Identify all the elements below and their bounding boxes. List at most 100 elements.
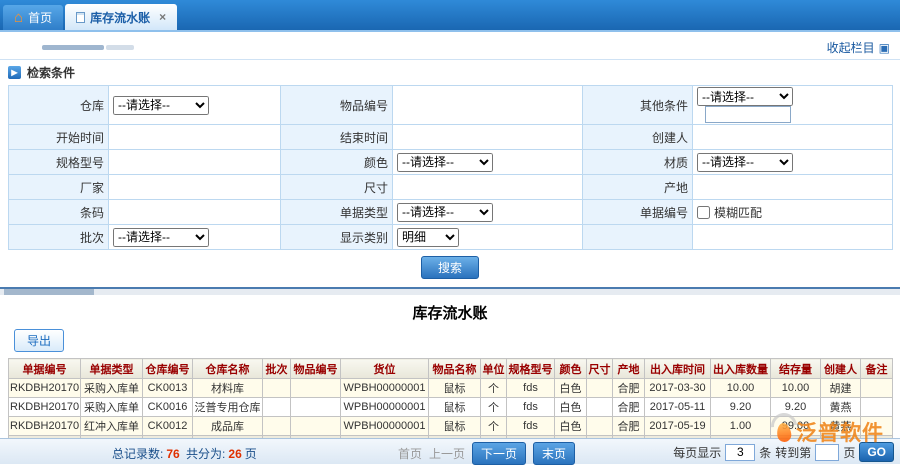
column-header: 仓库名称 [193,359,263,379]
creator-input[interactable] [697,128,880,146]
column-header: 物品名称 [429,359,481,379]
pages-unit: 页 [245,447,257,461]
batch-select[interactable]: --请选择-- [113,228,209,247]
table-cell: 个 [481,398,507,417]
cell-origin [693,175,893,200]
pager-controls: 首页 上一页 下一页 末页 [398,442,575,465]
goto-page-input[interactable] [815,444,839,461]
prev-page-link[interactable]: 上一页 [429,445,465,462]
manufacturer-input[interactable] [113,178,269,196]
other-condition-input[interactable] [705,106,791,123]
sub-toolbar: 收起栏目 ▣ [0,32,900,60]
cell-other-condition: --请选择-- [693,86,893,125]
column-header: 出入库数量 [711,359,771,379]
search-conditions-header: ▶ 检索条件 [0,60,900,85]
size-input[interactable] [397,178,571,196]
cell-material: --请选择-- [693,150,893,175]
tab-inventory-ledger-label: 库存流水账 [90,9,150,26]
record-stats: 总记录数:76 共分为:26页 [112,445,257,462]
origin-input[interactable] [697,178,880,196]
perpage-unit: 条 [759,444,771,461]
other-condition-select[interactable]: --请选择-- [697,87,793,106]
color-select[interactable]: --请选择-- [397,153,493,172]
table-cell: 10.00 [771,379,821,398]
tab-home[interactable]: ⌂ 首页 [3,5,63,30]
goto-page-label: 转到第 [775,444,811,461]
cell-spec [109,150,281,175]
document-icon [76,12,85,23]
column-header: 物品编号 [291,359,341,379]
label-batch: 批次 [9,225,109,250]
fuzzy-match-checkbox[interactable] [697,206,710,219]
item-no-input[interactable] [397,96,571,114]
table-cell [263,417,291,436]
cell-display-type: 明细 [393,225,583,250]
table-cell: 泛普专用仓库 [193,398,263,417]
cell-warehouse: --请选择-- [109,86,281,125]
end-time-input[interactable] [397,128,571,146]
last-page-button[interactable]: 末页 [533,442,575,465]
total-records-value: 76 [166,447,179,461]
warehouse-select[interactable]: --请选择-- [113,96,209,115]
arrow-right-icon: ▶ [8,66,21,79]
tab-inventory-ledger[interactable]: 库存流水账 × [65,4,177,30]
column-header: 创建人 [821,359,861,379]
next-page-button[interactable]: 下一页 [472,442,526,465]
column-header: 单据编号 [9,359,81,379]
table-cell [861,398,893,417]
cell-color: --请选择-- [393,150,583,175]
cell-batch: --请选择-- [109,225,281,250]
search-button[interactable]: 搜索 [421,256,479,279]
table-cell: 材料库 [193,379,263,398]
table-cell [291,379,341,398]
table-cell: 10.00 [711,379,771,398]
label-manufacturer: 厂家 [9,175,109,200]
column-header: 仓库编号 [143,359,193,379]
perpage-input[interactable] [725,444,755,461]
table-cell [263,379,291,398]
column-header: 颜色 [555,359,587,379]
table-cell: 合肥 [613,398,645,417]
cell-manufacturer [109,175,281,200]
results-scrollbar-thumb[interactable] [4,289,94,295]
start-time-input[interactable] [113,128,269,146]
label-spec: 规格型号 [9,150,109,175]
table-row[interactable]: RKDBH20170... 采购入库单 CK0016 泛普专用仓库 WPBH00… [9,398,893,417]
column-header: 结存量 [771,359,821,379]
doc-type-select[interactable]: --请选择-- [397,203,493,222]
column-header: 产地 [613,359,645,379]
barcode-input[interactable] [113,203,269,221]
label-creator: 创建人 [583,125,693,150]
table-cell: 合肥 [613,417,645,436]
spec-input[interactable] [113,153,269,171]
table-cell: WPBH00000001 [341,417,429,436]
home-icon: ⌂ [14,10,23,25]
close-tab-icon[interactable]: × [159,10,166,24]
table-cell: 白色 [555,379,587,398]
horizontal-scrollbar-track [106,45,134,50]
table-cell: 鼠标 [429,398,481,417]
table-cell [587,379,613,398]
horizontal-scrollbar-thumb[interactable] [42,45,104,50]
label-display-type: 显示类别 [281,225,393,250]
page-title: 库存流水账 [0,295,900,326]
material-select[interactable]: --请选择-- [697,153,793,172]
collapse-panel-link[interactable]: 收起栏目 ▣ [827,39,890,56]
table-row[interactable]: RKDBH20170... 采购入库单 CK0013 材料库 WPBH00000… [9,379,893,398]
go-button[interactable]: GO [859,442,894,462]
results-horizontal-scrollbar [0,289,900,295]
search-conditions-title: 检索条件 [27,64,75,81]
table-row[interactable]: RKDBH20170... 红冲入库单 CK0012 成品库 WPBH00000… [9,417,893,436]
table-cell: 黄燕 [821,417,861,436]
column-header: 规格型号 [507,359,555,379]
table-cell [587,398,613,417]
first-page-link[interactable]: 首页 [398,445,422,462]
column-header: 货位 [341,359,429,379]
column-header: 批次 [263,359,291,379]
table-cell: 红冲入库单 [81,417,143,436]
display-type-select[interactable]: 明细 [397,228,459,247]
pages-label: 共分为: [186,447,225,461]
export-button[interactable]: 导出 [14,329,64,352]
table-cell: 个 [481,379,507,398]
table-cell: 个 [481,417,507,436]
